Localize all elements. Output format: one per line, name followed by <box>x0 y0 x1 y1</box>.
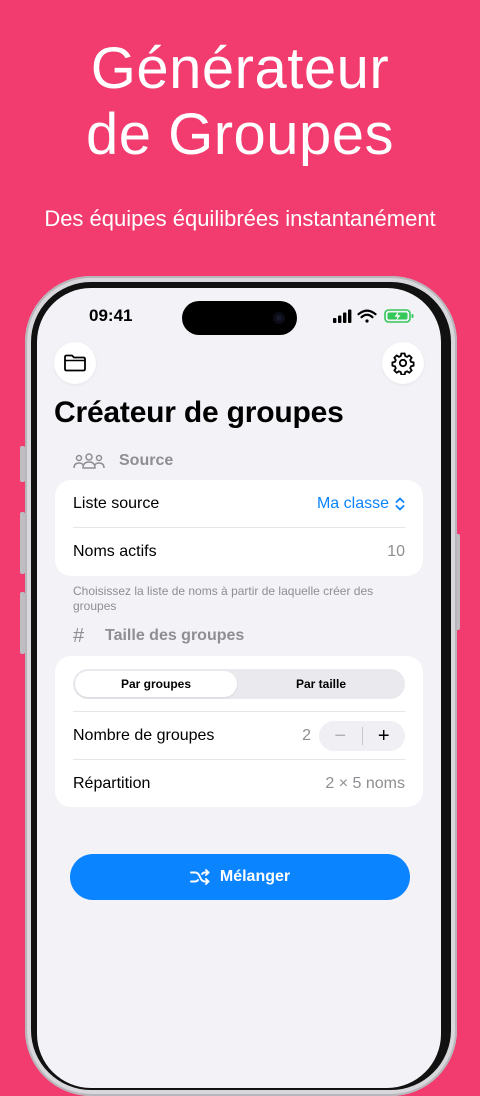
shuffle-button[interactable]: Mélanger <box>70 854 410 900</box>
size-section-header: # Taille des groupes <box>73 625 244 647</box>
mode-segmented-control: Par groupes Par taille <box>73 669 405 699</box>
active-names-row: Noms actifs 10 <box>73 528 405 576</box>
people-group-icon <box>73 453 105 469</box>
source-list-row[interactable]: Liste source Ma classe <box>73 480 405 528</box>
distribution-label: Répartition <box>73 774 151 792</box>
page-title: Créateur de groupes <box>54 396 344 429</box>
group-count-label: Nombre de groupes <box>73 727 215 744</box>
source-list-value: Ma classe <box>316 495 389 512</box>
group-count-stepper: − + <box>319 721 405 751</box>
source-list-label: Liste source <box>73 495 160 512</box>
wifi-icon <box>357 309 377 323</box>
phone-screen: 09:41 Créateur de groupes Source Liste s… <box>37 288 441 1088</box>
size-card: Par groupes Par taille Nombre de groupes… <box>55 656 423 807</box>
shuffle-label: Mélanger <box>219 868 291 885</box>
camera-icon <box>273 312 285 324</box>
segment-by-groups[interactable]: Par groupes <box>75 671 237 697</box>
source-section-title: Source <box>119 452 174 469</box>
group-count-value: 2 <box>302 727 311 744</box>
shuffle-icon <box>189 869 210 885</box>
segment-by-size[interactable]: Par taille <box>239 671 403 697</box>
status-time: 09:41 <box>89 306 133 325</box>
active-names-value: 10 <box>387 543 405 560</box>
hero-title-line-1: Générateur <box>90 36 390 101</box>
status-icons <box>333 309 414 323</box>
distribution-value: 2 × 5 noms <box>325 774 405 792</box>
hero-title: Générateur de Groupes <box>0 36 480 168</box>
chevron-up-down-icon <box>395 497 405 511</box>
source-footnote: Choisissez la liste de noms à partir de … <box>73 584 374 613</box>
settings-button[interactable] <box>382 342 424 384</box>
distribution-row: Répartition 2 × 5 noms <box>73 760 405 807</box>
battery-charging-icon <box>384 309 414 323</box>
hero-title-line-2: de Groupes <box>85 102 395 167</box>
increment-button[interactable]: + <box>362 721 405 751</box>
cellular-signal-icon <box>333 309 352 323</box>
gear-icon <box>391 352 415 375</box>
source-section-header: Source <box>73 450 173 472</box>
active-names-label: Noms actifs <box>73 543 157 560</box>
source-card: Liste source Ma classe Noms actifs 10 <box>55 480 423 576</box>
size-section-title: Taille des groupes <box>105 627 245 644</box>
hero-subtitle: Des équipes équilibrées instantanément <box>44 206 436 231</box>
phone-frame: 09:41 Créateur de groupes Source Liste s… <box>25 276 457 1096</box>
folder-icon <box>64 354 86 372</box>
folder-button[interactable] <box>54 342 96 384</box>
decrement-button[interactable]: − <box>319 721 362 751</box>
number-sign-icon: # <box>73 624 85 647</box>
source-list-picker[interactable]: Ma classe <box>317 495 405 513</box>
dynamic-island <box>182 301 297 335</box>
